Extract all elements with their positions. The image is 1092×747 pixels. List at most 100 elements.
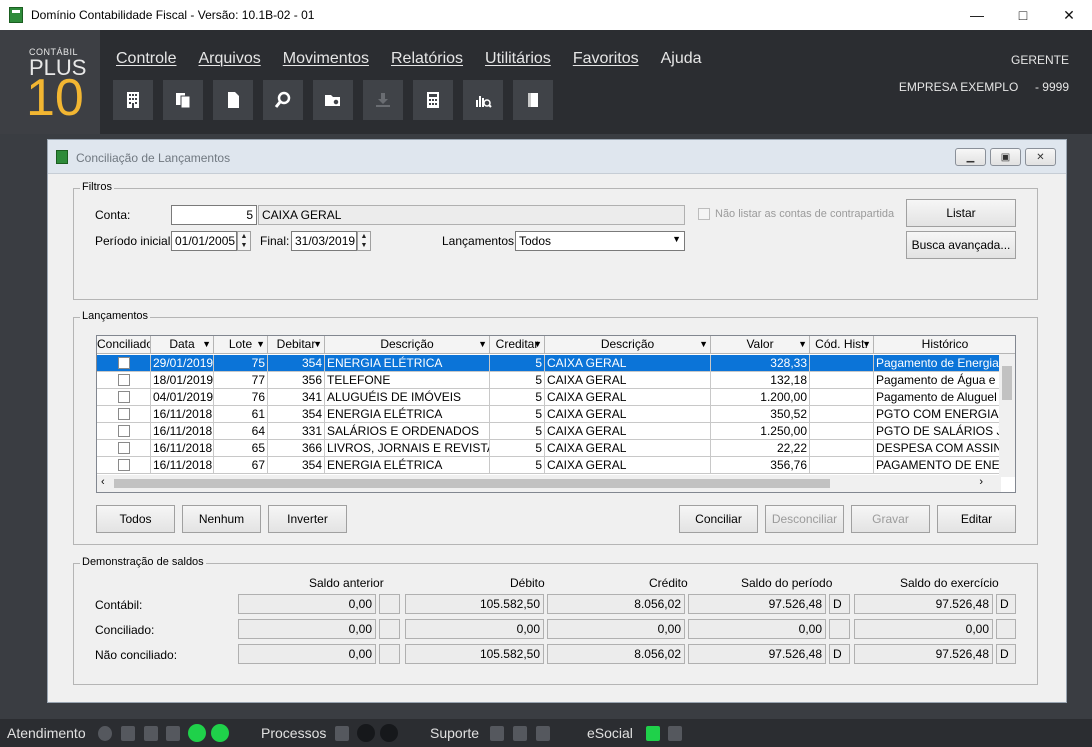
conciliado-checkbox[interactable] [118, 442, 130, 454]
saldo-periodo-dc: D [829, 644, 850, 664]
conciliado-cell[interactable] [97, 423, 151, 440]
conciliado-cell[interactable] [97, 457, 151, 474]
periodo-final-spinner[interactable]: ▲ ▼ [357, 231, 371, 251]
conciliar-button[interactable]: Conciliar [679, 505, 758, 533]
atendimento-label: Atendimento [7, 725, 86, 741]
col-descricao-credito[interactable]: Descrição ▼ [545, 336, 711, 354]
col-debitar[interactable]: Debitar ▼ [268, 336, 325, 354]
todos-button[interactable]: Todos [96, 505, 175, 533]
folder-search-icon[interactable] [313, 80, 353, 120]
stop-icon[interactable] [98, 726, 112, 741]
table-row[interactable]: 16/11/2018 67 354 ENERGIA ELÉTRICA 5 CAI… [97, 457, 1015, 474]
dialog-restore-icon[interactable]: ▣ [990, 148, 1021, 166]
gravar-button[interactable]: Gravar [851, 505, 930, 533]
col-data[interactable]: Data ▼ [151, 336, 214, 354]
desconciliar-button[interactable]: Desconciliar [765, 505, 844, 533]
document-icon[interactable] [213, 80, 253, 120]
horizontal-scroll-thumb[interactable] [114, 479, 830, 488]
conciliado-checkbox[interactable] [118, 459, 130, 471]
download-icon[interactable] [363, 80, 403, 120]
help-icon[interactable] [490, 726, 504, 741]
conciliado-cell[interactable] [97, 372, 151, 389]
conciliado-checkbox[interactable] [118, 391, 130, 403]
close-icon[interactable]: ✕ [1046, 0, 1092, 30]
headset-icon[interactable] [166, 726, 180, 741]
company-code: - 9999 [1034, 80, 1069, 94]
chart-search-icon[interactable] [463, 80, 503, 120]
listar-button[interactable]: Listar [906, 199, 1016, 227]
scroll-left-icon[interactable]: ‹ [101, 476, 105, 488]
cell-desc-debito: ENERGIA ELÉTRICA [325, 457, 490, 474]
menu-favoritos[interactable]: Favoritos [573, 50, 639, 68]
plus-icon[interactable] [513, 726, 527, 741]
col-historico[interactable]: Histórico [874, 336, 1015, 354]
conciliado-cell[interactable] [97, 355, 151, 372]
periodo-final-input[interactable]: 31/03/2019 [291, 231, 357, 251]
menu-movimentos[interactable]: Movimentos [283, 50, 369, 68]
conciliado-checkbox[interactable] [118, 374, 130, 386]
table-row[interactable]: 16/11/2018 61 354 ENERGIA ELÉTRICA 5 CAI… [97, 406, 1015, 423]
col-conciliado[interactable]: Conciliado [97, 336, 151, 354]
conciliado-cell[interactable] [97, 406, 151, 423]
table-row[interactable]: 16/11/2018 65 366 LIVROS, JORNAIS E REVI… [97, 440, 1015, 457]
menu-utilitarios[interactable]: Utilitários [485, 50, 551, 68]
debito-value: 105.582,50 [405, 594, 544, 614]
cell-creditar: 5 [490, 406, 545, 423]
col-creditar[interactable]: Creditar ▼ [490, 336, 545, 354]
chat-icon[interactable] [121, 726, 135, 741]
documents-icon[interactable] [163, 80, 203, 120]
conta-input[interactable]: 5 [171, 205, 257, 225]
saldos-legend: Demonstração de saldos [80, 556, 206, 568]
periodo-inicial-spinner[interactable]: ▲ ▼ [237, 231, 251, 251]
list-icon[interactable] [144, 726, 158, 741]
check-icon[interactable] [335, 726, 349, 741]
horizontal-scrollbar[interactable]: ‹ › [97, 475, 1001, 492]
dialog-close-icon[interactable]: ✕ [1025, 148, 1056, 166]
col-lote[interactable]: Lote ▼ [214, 336, 268, 354]
table-row[interactable]: 29/01/2019 75 354 ENERGIA ELÉTRICA 5 CAI… [97, 355, 1015, 372]
conciliado-checkbox[interactable] [118, 408, 130, 420]
calculator-icon[interactable] [413, 80, 453, 120]
menu-arquivos[interactable]: Arquivos [198, 50, 260, 68]
table-row[interactable]: 18/01/2019 77 356 TELEFONE 5 CAIXA GERAL… [97, 372, 1015, 389]
esocial-status-icon[interactable] [646, 726, 660, 741]
busca-avancada-button[interactable]: Busca avançada... [906, 231, 1016, 259]
filter-arrow-icon: ▼ [699, 339, 708, 349]
conciliado-checkbox[interactable] [118, 357, 130, 369]
search-icon[interactable] [263, 80, 303, 120]
building-icon[interactable] [113, 80, 153, 120]
status-online-icon [211, 724, 229, 742]
vertical-scroll-thumb[interactable] [1002, 366, 1012, 400]
col-lote-label: Lote [228, 337, 253, 351]
editar-button[interactable]: Editar [937, 505, 1016, 533]
maximize-icon[interactable]: □ [1000, 0, 1046, 30]
cell-creditar: 5 [490, 389, 545, 406]
minimize-icon[interactable]: — [954, 0, 1000, 30]
conciliado-checkbox[interactable] [118, 425, 130, 437]
nenhum-button[interactable]: Nenhum [182, 505, 261, 533]
vertical-scrollbar[interactable] [999, 354, 1015, 477]
conciliado-cell[interactable] [97, 440, 151, 457]
cell-debitar: 341 [268, 389, 325, 406]
cell-desc-credito: CAIXA GERAL [545, 372, 711, 389]
col-valor[interactable]: Valor ▼ [711, 336, 810, 354]
table-row[interactable]: 16/11/2018 64 331 SALÁRIOS E ORDENADOS 5… [97, 423, 1015, 440]
lancamentos-select[interactable]: Todos ▼ [515, 231, 685, 251]
periodo-inicial-input[interactable]: 01/01/2005 [171, 231, 237, 251]
book-icon[interactable] [513, 80, 553, 120]
esocial-list-icon[interactable] [668, 726, 682, 741]
debito-value: 0,00 [405, 619, 544, 639]
conciliado-cell[interactable] [97, 389, 151, 406]
table-row[interactable]: 04/01/2019 76 341 ALUGUÉIS DE IMÓVEIS 5 … [97, 389, 1015, 406]
col-cod-hist[interactable]: Cód. Hist. ▼ [810, 336, 874, 354]
menu-ajuda[interactable]: Ajuda [661, 50, 702, 68]
window-title: Domínio Contabilidade Fiscal - Versão: 1… [31, 8, 315, 22]
scroll-right-icon[interactable]: › [979, 476, 983, 488]
col-descricao-debito[interactable]: Descrição ▼ [325, 336, 490, 354]
document-list-icon[interactable] [536, 726, 550, 741]
inverter-button[interactable]: Inverter [268, 505, 347, 533]
menu-relatorios[interactable]: Relatórios [391, 50, 463, 68]
menu-controle[interactable]: Controle [116, 50, 176, 68]
dialog-minimize-icon[interactable]: ▁ [955, 148, 986, 166]
nao-listar-checkbox[interactable] [698, 208, 710, 220]
